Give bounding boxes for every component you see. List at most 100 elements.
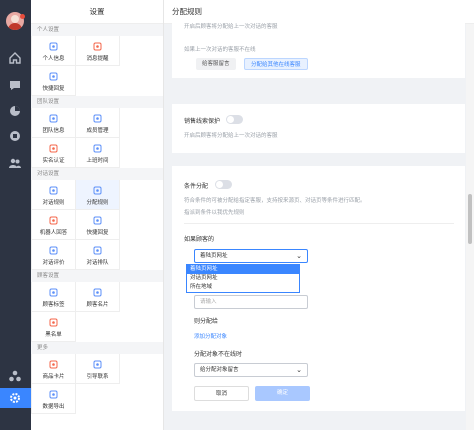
sidebar-item[interactable]: 快捷回复	[76, 210, 120, 240]
sidebar-item-label: 顾客名片	[86, 302, 109, 308]
leave-message-option[interactable]: 给客服留言	[196, 58, 236, 70]
dropdown-option[interactable]: 所在地域	[187, 283, 299, 292]
apps-icon[interactable]	[8, 369, 22, 383]
sidebar-item[interactable]: 黑名单	[32, 312, 76, 342]
scrollbar-thumb[interactable]	[468, 194, 472, 244]
sidebar-item[interactable]: 对话排队	[76, 240, 120, 270]
item-icon	[49, 288, 58, 297]
item-icon	[49, 246, 58, 255]
item-icon	[49, 114, 58, 123]
sidebar-item[interactable]: 快捷回复	[32, 66, 76, 96]
item-icon	[93, 216, 102, 225]
sidebar-item-label: 团队信息	[42, 128, 65, 134]
conditional-desc: 符合条件的可被分配给指定客服，支持按来源页、对话页等条件进行匹配。	[184, 198, 366, 204]
sidebar-section-title: 个人设置	[31, 24, 163, 36]
conditional-desc-2: 指派到条件以我优先规则	[184, 210, 245, 216]
assign-online-option[interactable]: 分配给其他在线客服	[244, 58, 308, 70]
dropdown-option[interactable]: 对话页网址	[187, 274, 299, 283]
chat-icon[interactable]	[8, 78, 22, 92]
item-icon	[93, 246, 102, 255]
sidebar-item-label: 引导联系	[86, 374, 109, 380]
sidebar-grid: 对话规则 分配规则机器人回答 快捷回复对话评价 对话排队	[31, 180, 163, 270]
sidebar-item[interactable]: 实名认证	[32, 138, 76, 168]
main-panel: 分配规则 开启后顾客将分配给上一次对话的客服 如果上一次对话的客服不在线 给客服…	[164, 0, 474, 430]
analytics-icon[interactable]	[8, 104, 22, 118]
sidebar-item-label: 实名认证	[42, 158, 65, 164]
users-icon[interactable]	[8, 156, 22, 170]
lead-protection-toggle[interactable]	[226, 115, 243, 124]
sidebar-item-label: 黑名单	[45, 332, 62, 338]
item-icon	[49, 144, 58, 153]
chevron-down-icon: ⌄	[296, 366, 302, 374]
item-icon	[93, 186, 102, 195]
sidebar-section-title: 对话设置	[31, 168, 163, 180]
offline-label: 分配对象不在线时	[194, 351, 243, 358]
sidebar-item[interactable]: 引导联系	[76, 354, 120, 384]
add-target-link[interactable]: 添加分配对象	[194, 332, 227, 340]
sidebar-item[interactable]: 上班时间	[76, 138, 120, 168]
sidebar-item[interactable]: 个人信息	[32, 36, 76, 66]
sidebar-grid: 商品卡片 引导联系数据导出	[31, 354, 163, 414]
settings-nav-active[interactable]	[0, 388, 31, 408]
conditional-toggle[interactable]	[215, 180, 232, 189]
sidebar-item-label: 消息提醒	[86, 56, 109, 62]
sidebar-item-label: 快捷回复	[86, 230, 109, 236]
cancel-button[interactable]: 取消	[194, 386, 249, 401]
condition-dropdown: 着陆页网址 对话页网址 所在地域	[186, 264, 300, 293]
sidebar-item[interactable]: 顾客名片	[76, 282, 120, 312]
sidebar-section-title: 团队设置	[31, 96, 163, 108]
sidebar-title: 设置	[31, 0, 163, 24]
sidebar-item[interactable]: 对话评价	[32, 240, 76, 270]
lead-protection-title: 销售线索保护	[184, 118, 221, 125]
sidebar-grid: 顾客标签 顾客名片黑名单	[31, 282, 163, 342]
sidebar-item-label: 顾客标签	[42, 302, 65, 308]
card1-offline-label: 如果上一次对话的客服不在线	[184, 47, 256, 53]
gear-icon	[10, 393, 20, 403]
sidebar-item[interactable]: 对话规则	[32, 180, 76, 210]
item-icon	[49, 318, 58, 327]
sidebar-section-title: 顾客设置	[31, 270, 163, 282]
sidebar-item-label: 快捷回复	[42, 86, 65, 92]
confirm-button[interactable]: 确定	[255, 386, 310, 401]
sidebar-item[interactable]: 消息提醒	[76, 36, 120, 66]
conditional-title: 条件分配	[184, 183, 209, 190]
status-dot	[20, 14, 25, 19]
sidebar-item-label: 对话评价	[42, 260, 65, 266]
then-assign-label: 则分配给	[194, 318, 219, 325]
sidebar-item[interactable]: 机器人回答	[32, 210, 76, 240]
sidebar-item-label: 商品卡片	[42, 374, 65, 380]
item-icon	[93, 288, 102, 297]
sidebar-item-label: 成员管理	[86, 128, 109, 134]
item-icon	[93, 42, 102, 51]
item-icon	[49, 216, 58, 225]
offline-select[interactable]: 给分配对象留言 ⌄	[194, 363, 308, 377]
condition-select[interactable]: 着陆页网址 ⌄	[194, 249, 308, 263]
item-icon	[49, 186, 58, 195]
input-placeholder: 请输入	[200, 299, 217, 305]
home-icon[interactable]	[8, 51, 22, 65]
item-icon	[49, 72, 58, 81]
scrollbar[interactable]	[466, 24, 474, 430]
sidebar-item-label: 个人信息	[42, 56, 65, 62]
condition-select-value: 着陆页网址	[200, 253, 228, 259]
condition-value-input[interactable]: 请输入	[194, 295, 308, 309]
sidebar-item-label: 数据导出	[42, 404, 65, 410]
settings-sidebar: 设置 个人设置 个人信息 消息提醒 快捷回复 团队设置 团队信息 成员管理 实名认证 上班时间对…	[31, 0, 164, 430]
sidebar-item-label: 机器人回答	[39, 230, 68, 236]
item-icon	[93, 360, 102, 369]
chevron-down-icon: ⌄	[296, 252, 302, 260]
dropdown-option[interactable]: 着陆页网址	[187, 265, 299, 274]
divider	[184, 223, 454, 224]
sidebar-item[interactable]: 分配规则	[76, 180, 120, 210]
sidebar-item[interactable]: 顾客标签	[32, 282, 76, 312]
sidebar-section-title: 更多	[31, 342, 163, 354]
item-icon	[93, 114, 102, 123]
sidebar-item[interactable]: 数据导出	[32, 384, 76, 414]
item-icon	[49, 42, 58, 51]
sidebar-item[interactable]: 商品卡片	[32, 354, 76, 384]
app-rail	[0, 0, 31, 430]
item-icon	[49, 390, 58, 399]
sidebar-item[interactable]: 团队信息	[32, 108, 76, 138]
sidebar-item[interactable]: 成员管理	[76, 108, 120, 138]
report-icon[interactable]	[8, 129, 22, 143]
